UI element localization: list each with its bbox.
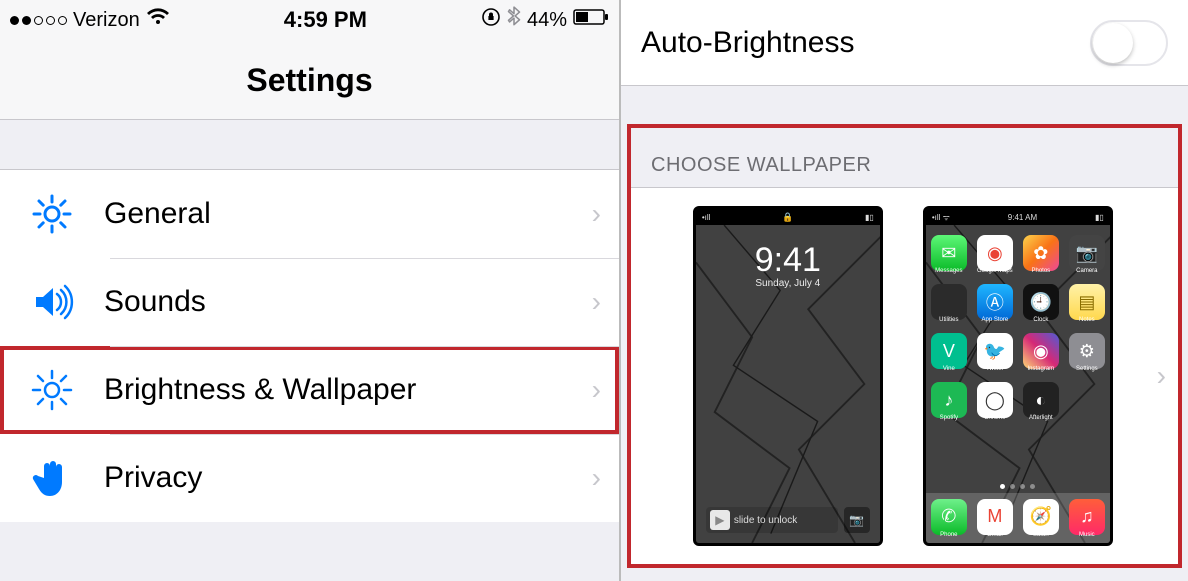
camera-icon: 📷 <box>844 507 870 533</box>
dock: ✆Phone MGmail 🧭Safari ♫Music <box>926 493 1110 543</box>
hand-icon <box>24 450 80 506</box>
chevron-right-icon: › <box>592 462 601 494</box>
brightness-wallpaper-pane: Auto-Brightness CHOOSE WALLPAPER •ıll🔒▮▯… <box>621 0 1188 581</box>
signal-dots-icon <box>10 16 67 25</box>
row-brightness-wallpaper[interactable]: Brightness & Wallpaper › <box>0 346 619 434</box>
bluetooth-icon <box>507 6 521 34</box>
row-auto-brightness[interactable]: Auto-Brightness <box>621 0 1188 86</box>
lockscreen-preview: •ıll🔒▮▯ 9:41 Sunday, July 4 ▶ slide to u… <box>693 206 883 546</box>
row-general[interactable]: General › <box>0 170 619 258</box>
row-label: General <box>104 197 592 231</box>
brightness-icon <box>24 362 80 418</box>
orientation-lock-icon <box>481 7 501 33</box>
battery-icon <box>573 8 609 32</box>
lock-date: Sunday, July 4 <box>696 279 880 289</box>
slide-to-unlock: ▶ slide to unlock <box>706 507 838 533</box>
lock-icon: 🔒 <box>782 212 793 223</box>
page-indicator <box>926 484 1110 489</box>
row-label: Brightness & Wallpaper <box>104 373 592 407</box>
row-choose-wallpaper[interactable]: •ıll🔒▮▯ 9:41 Sunday, July 4 ▶ slide to u… <box>631 187 1178 564</box>
chevron-right-icon: › <box>592 198 601 230</box>
row-label: Auto-Brightness <box>641 26 1090 60</box>
auto-brightness-toggle[interactable] <box>1090 20 1168 66</box>
row-label: Privacy <box>104 461 592 495</box>
chevron-right-icon: › <box>592 374 601 406</box>
battery-percent-label: 44% <box>527 9 567 32</box>
homescreen-preview: •ıll ᯤ9:41 AM▮▯ ✉︎Messages ◉Google Maps … <box>923 206 1113 546</box>
speaker-icon <box>24 274 80 330</box>
section-header: CHOOSE WALLPAPER <box>631 128 1178 187</box>
status-bar: Verizon 4:59 PM 44% <box>0 0 619 40</box>
chevron-right-icon: › <box>1157 360 1166 392</box>
lock-time: 9:41 <box>696 243 880 277</box>
chevron-right-icon: › <box>592 286 601 318</box>
settings-pane: Verizon 4:59 PM 44% Settings <box>0 0 621 581</box>
wifi-icon <box>146 7 170 33</box>
gear-icon <box>24 186 80 242</box>
page-title: Settings <box>0 40 619 120</box>
section-spacer <box>0 120 619 170</box>
row-label: Sounds <box>104 285 592 319</box>
row-sounds[interactable]: Sounds › <box>0 258 619 346</box>
clock-label: 4:59 PM <box>284 7 367 33</box>
choose-wallpaper-highlight: CHOOSE WALLPAPER •ıll🔒▮▯ 9:41 Sunday, Ju… <box>627 124 1182 568</box>
row-privacy[interactable]: Privacy › <box>0 434 619 522</box>
carrier-label: Verizon <box>73 9 140 32</box>
